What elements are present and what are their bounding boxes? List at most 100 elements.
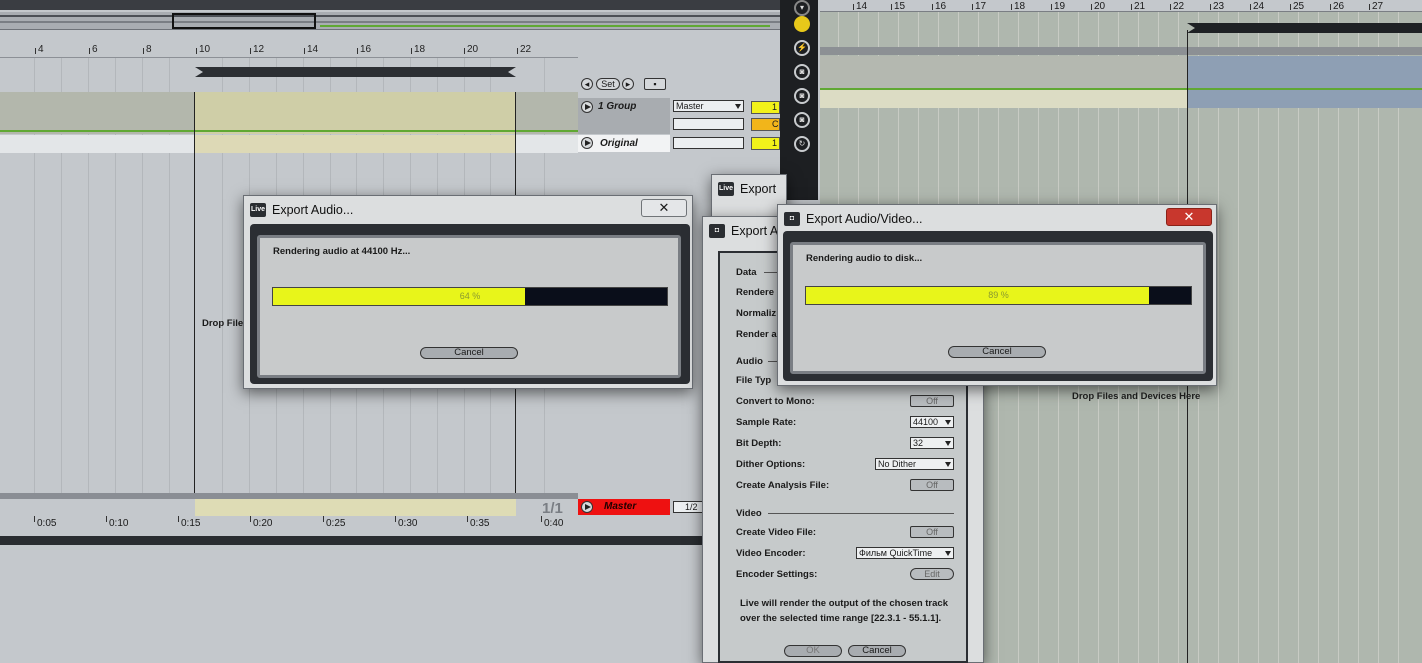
ok-button[interactable]: OK bbox=[784, 645, 842, 657]
browser-icon[interactable] bbox=[794, 16, 810, 32]
master-selection[interactable] bbox=[195, 499, 516, 516]
time-label: 0:20 bbox=[249, 516, 273, 529]
input-routing-select[interactable] bbox=[673, 118, 744, 130]
bar-number: 22 bbox=[516, 44, 532, 55]
track-number-chip[interactable]: 1 bbox=[751, 101, 780, 114]
camera-icon[interactable]: ◙ bbox=[794, 88, 810, 104]
bar-number: 20 bbox=[1090, 1, 1106, 12]
progress-label: 64 % bbox=[459, 291, 481, 301]
cancel-button[interactable]: Cancel bbox=[420, 347, 518, 359]
group-track-selection[interactable] bbox=[195, 92, 516, 134]
file-type-label: File Typ bbox=[736, 375, 772, 386]
time-label: 0:40 bbox=[540, 516, 564, 529]
bar-number: 6 bbox=[89, 44, 98, 55]
bar-number: 12 bbox=[249, 44, 265, 55]
time-label: 0:15 bbox=[177, 516, 201, 529]
live-logo-icon: Live bbox=[718, 182, 734, 196]
track-header-original[interactable]: Original bbox=[578, 135, 670, 152]
prev-locator-button[interactable]: ◂ bbox=[581, 78, 593, 90]
track-number-chip[interactable]: 1 bbox=[751, 137, 780, 150]
bottom-scrollbar[interactable] bbox=[0, 536, 780, 545]
master-fraction-select[interactable]: 1/2 bbox=[673, 501, 704, 513]
bar-number: 14 bbox=[303, 44, 319, 55]
top-strip bbox=[0, 0, 780, 10]
export-audio-video-dialog: ◘ Export Audio/Video... ✕ Rendering audi… bbox=[777, 204, 1217, 386]
live-logo-icon: Live bbox=[250, 203, 266, 217]
play-icon[interactable] bbox=[581, 501, 593, 513]
section-video: Video bbox=[736, 508, 762, 519]
loop-brace[interactable] bbox=[195, 67, 516, 77]
bar-number: 15 bbox=[890, 1, 906, 12]
bar-ruler[interactable]: 4 6 8 10 12 14 16 18 20 22 bbox=[0, 42, 578, 58]
dialog-content: Rendering audio at 44100 Hz... 64 % Canc… bbox=[257, 235, 681, 378]
time-label: 0:10 bbox=[105, 516, 129, 529]
render-as-label: Render a bbox=[736, 329, 777, 340]
dialog-title-bar[interactable]: Live Export Audio... bbox=[244, 196, 692, 224]
track-name: Original bbox=[600, 138, 638, 149]
right-automation-line bbox=[820, 88, 1422, 90]
loop-icon[interactable]: ↻ bbox=[794, 136, 810, 152]
play-icon[interactable] bbox=[581, 137, 593, 149]
lock-icon[interactable]: ▪ bbox=[644, 78, 666, 90]
convert-mono-toggle[interactable]: Off bbox=[910, 395, 954, 407]
original-routing-select[interactable] bbox=[673, 137, 744, 149]
next-locator-button[interactable]: ▸ bbox=[622, 78, 634, 90]
bar-number: 25 bbox=[1289, 1, 1305, 12]
output-routing-select[interactable]: Master bbox=[673, 100, 744, 112]
time-label: 0:30 bbox=[394, 516, 418, 529]
create-video-toggle[interactable]: Off bbox=[910, 526, 954, 538]
rendered-track-label: Rendere bbox=[736, 287, 775, 298]
bar-number: 23 bbox=[1209, 1, 1225, 12]
dialog-title: Export Audio... bbox=[272, 203, 354, 217]
play-icon[interactable] bbox=[581, 101, 593, 113]
live-logo-icon: ◘ bbox=[709, 224, 725, 238]
chevron-down-icon bbox=[735, 104, 741, 109]
camera-icon[interactable]: ◙ bbox=[794, 112, 810, 128]
camera-icon[interactable]: ◙ bbox=[794, 64, 810, 80]
render-status: Rendering audio at 44100 Hz... bbox=[273, 246, 411, 257]
close-icon[interactable]: ✕ bbox=[641, 199, 687, 217]
plug-icon[interactable]: ⚡ bbox=[794, 40, 810, 56]
overview-viewport-frame[interactable] bbox=[172, 13, 316, 29]
render-status: Rendering audio to disk... bbox=[806, 253, 923, 264]
track-chip-c[interactable]: C bbox=[751, 118, 780, 131]
track-header-group[interactable]: 1 Group bbox=[578, 98, 670, 134]
chevron-down-icon[interactable]: ▾ bbox=[794, 0, 810, 16]
bar-number: 18 bbox=[1010, 1, 1026, 12]
master-track-header[interactable]: Master bbox=[578, 499, 670, 515]
analysis-file-toggle[interactable]: Off bbox=[910, 479, 954, 491]
time-ruler[interactable]: 0:05 0:10 0:15 0:20 0:25 0:30 0:35 0:40 bbox=[0, 516, 578, 530]
encoder-edit-button[interactable]: Edit bbox=[910, 568, 954, 580]
bar-number: 21 bbox=[1130, 1, 1146, 12]
original-track-selection[interactable] bbox=[195, 135, 516, 153]
bar-number: 22 bbox=[1169, 1, 1185, 12]
encoder-settings-label: Encoder Settings: bbox=[736, 569, 818, 580]
dialog-title-bar[interactable]: Live Export bbox=[712, 175, 786, 203]
cancel-button[interactable]: Cancel bbox=[948, 346, 1046, 358]
progress-label: 89 % bbox=[988, 290, 1009, 300]
bit-depth-select[interactable]: 32 bbox=[910, 437, 954, 449]
video-encoder-select[interactable]: Фильм QuickTime bbox=[856, 547, 954, 559]
dialog-title: Export Audio/Video... bbox=[806, 212, 923, 226]
right-track-band bbox=[820, 47, 1422, 55]
cancel-button[interactable]: Cancel bbox=[848, 645, 906, 657]
drop-files-label: Drop Files bbox=[202, 318, 249, 329]
drop-files-devices-label: Drop Files and Devices Here bbox=[1072, 391, 1201, 402]
sample-rate-select[interactable]: 44100 bbox=[910, 416, 954, 428]
live-logo-icon: ◘ bbox=[784, 212, 800, 226]
dialog-title-bar[interactable]: ◘ Export Audio/Video... bbox=[778, 205, 1216, 233]
set-locator-button[interactable]: Set bbox=[596, 78, 620, 90]
bar-number: 17 bbox=[971, 1, 987, 12]
close-icon[interactable]: ✕ bbox=[1166, 208, 1212, 226]
right-bar-ruler[interactable]: 14 15 16 17 18 19 20 21 22 23 24 25 26 2… bbox=[820, 0, 1422, 12]
right-loop-brace[interactable] bbox=[1187, 23, 1422, 33]
right-track-lane-2[interactable] bbox=[820, 90, 1187, 108]
bar-number: 26 bbox=[1329, 1, 1345, 12]
dialog-title: Export bbox=[740, 182, 777, 196]
bar-number: 14 bbox=[852, 1, 868, 12]
overview-strip[interactable] bbox=[0, 12, 780, 30]
section-audio: Audio bbox=[736, 356, 763, 367]
dialog-title: Export A bbox=[731, 224, 779, 238]
right-track-selection[interactable] bbox=[1187, 56, 1422, 108]
dither-select[interactable]: No Dither bbox=[875, 458, 954, 470]
